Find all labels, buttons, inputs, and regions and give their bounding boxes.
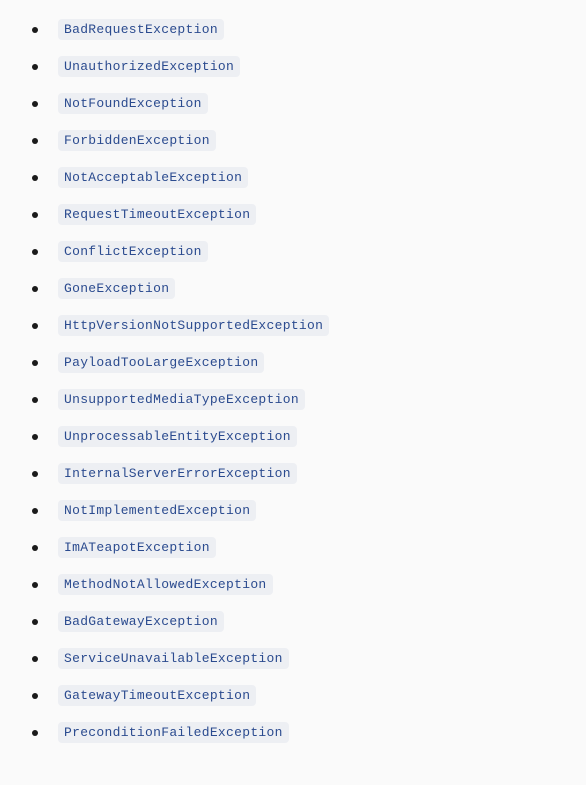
exception-name: BadRequestException [58, 19, 224, 40]
exception-list: BadRequestException UnauthorizedException… [10, 15, 576, 747]
list-item: MethodNotAllowedException [10, 570, 576, 599]
exception-name: ConflictException [58, 241, 208, 262]
list-item: ServiceUnavailableException [10, 644, 576, 673]
exception-name: RequestTimeoutException [58, 204, 256, 225]
exception-name: UnprocessableEntityException [58, 426, 297, 447]
bullet-icon [32, 693, 38, 699]
list-item: BadRequestException [10, 15, 576, 44]
exception-name: ServiceUnavailableException [58, 648, 289, 669]
list-item: HttpVersionNotSupportedException [10, 311, 576, 340]
bullet-icon [32, 64, 38, 70]
list-item: UnprocessableEntityException [10, 422, 576, 451]
exception-name: InternalServerErrorException [58, 463, 297, 484]
exception-name: HttpVersionNotSupportedException [58, 315, 329, 336]
exception-name: NotFoundException [58, 93, 208, 114]
bullet-icon [32, 138, 38, 144]
list-item: GatewayTimeoutException [10, 681, 576, 710]
exception-name: ForbiddenException [58, 130, 216, 151]
bullet-icon [32, 27, 38, 33]
list-item: NotAcceptableException [10, 163, 576, 192]
list-item: UnauthorizedException [10, 52, 576, 81]
list-item: ConflictException [10, 237, 576, 266]
bullet-icon [32, 286, 38, 292]
bullet-icon [32, 323, 38, 329]
bullet-icon [32, 508, 38, 514]
list-item: PreconditionFailedException [10, 718, 576, 747]
list-item: NotFoundException [10, 89, 576, 118]
exception-name: GoneException [58, 278, 175, 299]
bullet-icon [32, 582, 38, 588]
bullet-icon [32, 471, 38, 477]
list-item: ForbiddenException [10, 126, 576, 155]
bullet-icon [32, 175, 38, 181]
exception-name: UnsupportedMediaTypeException [58, 389, 305, 410]
exception-name: NotAcceptableException [58, 167, 248, 188]
list-item: BadGatewayException [10, 607, 576, 636]
bullet-icon [32, 212, 38, 218]
list-item: RequestTimeoutException [10, 200, 576, 229]
bullet-icon [32, 730, 38, 736]
bullet-icon [32, 656, 38, 662]
exception-name: BadGatewayException [58, 611, 224, 632]
bullet-icon [32, 360, 38, 366]
exception-name: GatewayTimeoutException [58, 685, 256, 706]
list-item: PayloadTooLargeException [10, 348, 576, 377]
bullet-icon [32, 434, 38, 440]
list-item: GoneException [10, 274, 576, 303]
list-item: UnsupportedMediaTypeException [10, 385, 576, 414]
list-item: ImATeapotException [10, 533, 576, 562]
exception-name: ImATeapotException [58, 537, 216, 558]
list-item: NotImplementedException [10, 496, 576, 525]
exception-name: PreconditionFailedException [58, 722, 289, 743]
bullet-icon [32, 619, 38, 625]
list-item: InternalServerErrorException [10, 459, 576, 488]
bullet-icon [32, 249, 38, 255]
bullet-icon [32, 101, 38, 107]
bullet-icon [32, 397, 38, 403]
exception-name: MethodNotAllowedException [58, 574, 273, 595]
exception-name: NotImplementedException [58, 500, 256, 521]
exception-name: PayloadTooLargeException [58, 352, 264, 373]
exception-name: UnauthorizedException [58, 56, 240, 77]
bullet-icon [32, 545, 38, 551]
